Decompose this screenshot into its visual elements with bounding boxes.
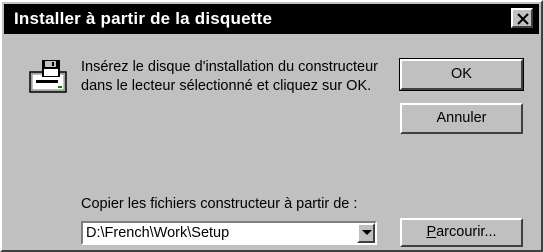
ok-button[interactable]: OK	[399, 58, 524, 91]
close-icon	[517, 13, 529, 25]
title-bar[interactable]: Installer à partir de la disquette	[4, 4, 539, 34]
browse-button[interactable]: Parcourir...	[400, 218, 523, 247]
copy-from-combobox[interactable]: D:\French\Work\Setup	[81, 221, 377, 245]
floppy-drive-icon	[29, 60, 67, 93]
instruction-line-1: Insérez le disque d'installation du cons…	[81, 59, 378, 75]
instruction-text: Insérez le disque d'installation du cons…	[81, 58, 391, 96]
install-from-disk-dialog: Installer à partir de la disquette Insér…	[0, 0, 543, 252]
close-button[interactable]	[511, 8, 533, 28]
chevron-down-icon	[362, 230, 372, 235]
instruction-line-2: dans le lecteur sélectionné et cliquez s…	[81, 78, 372, 94]
browse-label: arcourir...	[436, 224, 497, 240]
cancel-button[interactable]: Annuler	[400, 103, 523, 134]
copy-from-label: Copier les fichiers constructeur à parti…	[81, 196, 358, 212]
dropdown-button[interactable]	[357, 223, 375, 243]
copy-from-value[interactable]: D:\French\Work\Setup	[86, 225, 229, 241]
window-title: Installer à partir de la disquette	[14, 9, 273, 28]
browse-mnemonic: P	[426, 224, 437, 240]
